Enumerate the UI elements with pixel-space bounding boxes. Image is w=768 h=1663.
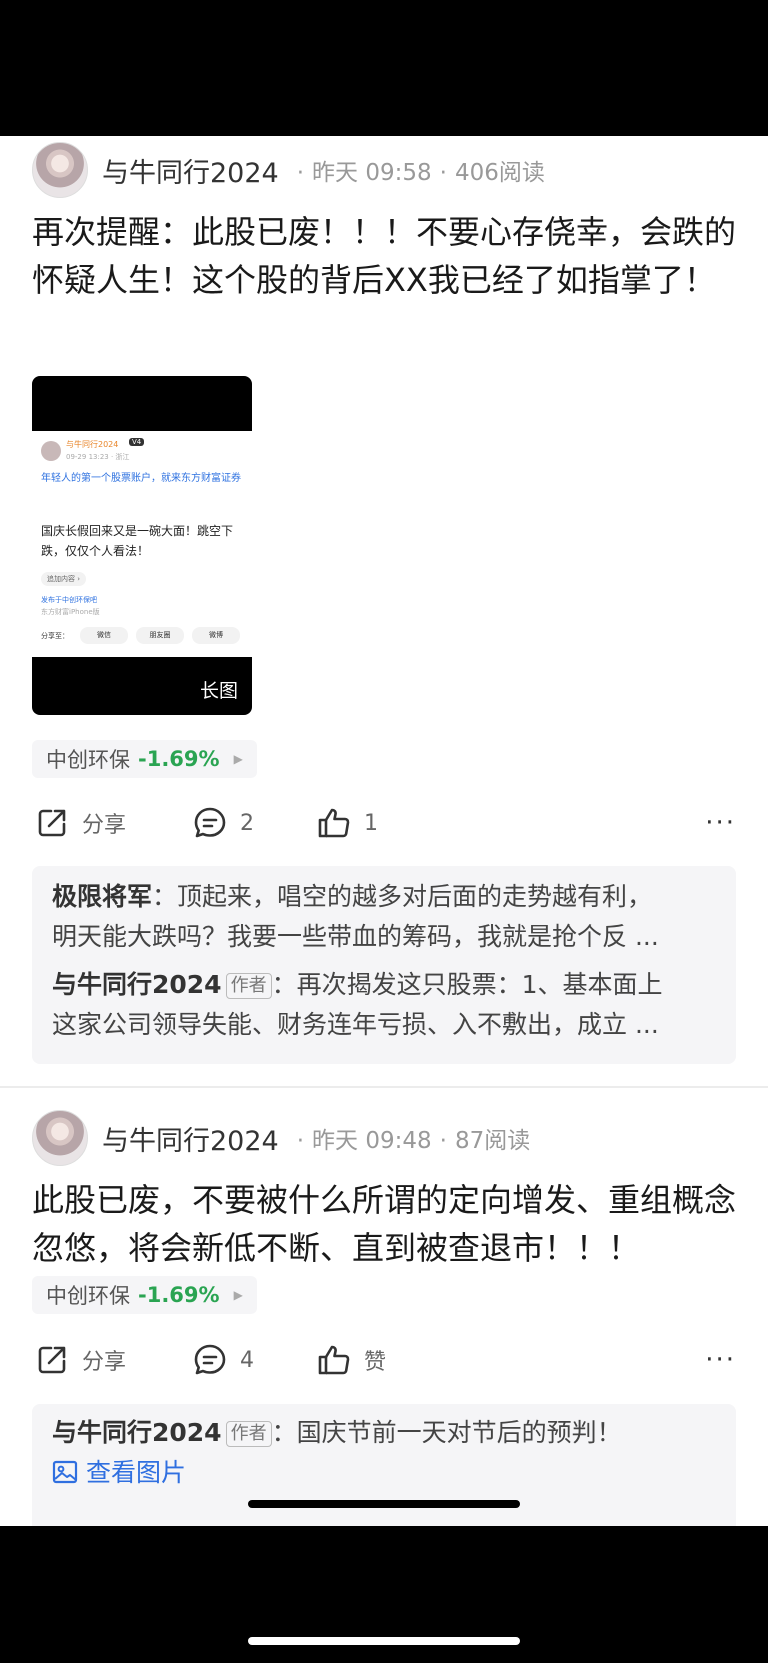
action-bar: 分享 4 赞 ··· [32, 1338, 736, 1382]
post-text[interactable]: 再次提醒：此股已废！！！不要心存侥幸，会跌的怀疑人生！这个股的背后XX我已经了如… [32, 208, 736, 304]
share-icon [38, 1346, 66, 1374]
comment-icon [194, 807, 226, 838]
comment-line: 极限将军：顶起来，唱空的越多对后面的走势越有利， [52, 882, 653, 911]
chevron-right-icon: ▶ [233, 1288, 243, 1302]
comment-line: 明天能大跌吗？我要一些带血的筹码，我就是抢个反 ... [52, 922, 659, 951]
inner-chip-weibo: 微博 [192, 627, 240, 644]
inner-username: 与牛同行2024 [66, 440, 119, 449]
like-button[interactable]: 赞 [316, 1338, 386, 1382]
view-image-link[interactable]: 查看图片 [52, 1454, 692, 1492]
screenshot-content: 与牛同行2024 V4 09-29 13:23 · 浙江 年轻人的第一个股票账户… [32, 431, 252, 657]
share-label: 分享 [82, 1350, 127, 1375]
comment-button[interactable]: 4 [192, 1338, 254, 1382]
comment-count: 4 [240, 1347, 254, 1373]
inner-chip-moments: 朋友圈 [136, 627, 184, 644]
comment-count: 2 [240, 810, 254, 836]
share-label: 分享 [82, 813, 127, 838]
stock-tag[interactable]: 中创环保 -1.69% ▶ [32, 740, 257, 778]
comment-line: 与牛同行2024 作者 ：再次揭发这只股票：1、基本面上 [52, 970, 663, 999]
inner-ad-text: 年轻人的第一个股票账户，就来东方财富证券 [41, 473, 241, 484]
commenter-name: 极限将军 [52, 882, 153, 911]
view-image-label: 查看图片 [85, 1458, 186, 1487]
read-count: 406阅读 [454, 160, 545, 186]
home-indicator [248, 1500, 520, 1508]
post-text[interactable]: 此股已废，不要被什么所谓的定向增发、重组概念忽悠，将会新低不断、直到被查退市！！… [32, 1176, 736, 1272]
username[interactable]: 与牛同行2024 [102, 151, 279, 190]
commenter-name: 与牛同行2024 [52, 970, 222, 999]
like-button[interactable]: 1 [316, 801, 378, 845]
post-meta: · 昨天 09:58 · 406阅读 [296, 160, 545, 186]
thumbs-up-icon [318, 808, 350, 838]
post-header: 与牛同行2024 · 昨天 09:48 · 87阅读 [32, 1110, 530, 1166]
comment-text: 国庆节前一天对节后的预判！ [296, 1418, 622, 1447]
commenter-name: 与牛同行2024 [52, 1418, 222, 1447]
feed: 与牛同行2024 · 昨天 09:58 · 406阅读 再次提醒：此股已废！！！不要心… [0, 136, 768, 1526]
stock-name: 中创环保 [46, 1284, 130, 1308]
more-options-icon[interactable]: ··· [705, 801, 736, 845]
post-item[interactable]: 与牛同行2024 · 昨天 09:48 · 87阅读 此股已废，不要被什么所谓的定向增… [0, 1088, 768, 1526]
author-badge: 作者 [225, 973, 272, 999]
inner-client: 东方财富iPhone版 [41, 608, 100, 616]
comment-preview[interactable]: 极限将军：顶起来，唱空的越多对后面的走势越有利， 明天能大跌吗？我要一些带血的筹… [32, 866, 736, 1064]
comment-text: 顶起来，唱空的越多对后面的走势越有利， [177, 882, 653, 911]
image-icon [52, 1460, 78, 1484]
inner-avatar [41, 441, 61, 461]
inner-post-text: 国庆长假回来又是一碗大面！跳空下跌，仅仅个人看法！ [41, 524, 234, 558]
author-badge: 作者 [225, 1421, 272, 1447]
comment-icon [194, 1344, 226, 1375]
share-button[interactable]: 分享 [34, 801, 126, 845]
post-header: 与牛同行2024 · 昨天 09:58 · 406阅读 [32, 142, 545, 198]
comment-button[interactable]: 2 [192, 801, 254, 845]
comment-line: 与牛同行2024 作者 ：国庆节前一天对节后的预判！ [52, 1418, 622, 1447]
like-count: 1 [364, 810, 378, 836]
avatar[interactable] [32, 1110, 88, 1166]
stock-change: -1.69% [138, 1283, 220, 1307]
comment-line: 这家公司领导失能、财务连年亏损、入不敷出，成立 ... [52, 1010, 659, 1039]
share-button[interactable]: 分享 [34, 1338, 126, 1382]
stock-tag[interactable]: 中创环保 -1.69% ▶ [32, 1276, 257, 1314]
stock-change: -1.69% [138, 747, 220, 771]
more-options-icon[interactable]: ··· [705, 1338, 736, 1382]
comment-text: 再次揭发这只股票：1、基本面上 [296, 970, 663, 999]
inner-share-label: 分享至： [41, 632, 69, 640]
top-black-bar [0, 0, 768, 136]
username[interactable]: 与牛同行2024 [102, 1119, 279, 1158]
post-meta: · 昨天 09:48 · 87阅读 [296, 1128, 531, 1154]
read-count: 87阅读 [454, 1128, 531, 1154]
inner-from: 发布于中创环保吧 [41, 596, 97, 604]
inner-add-content: 追加内容 › [41, 572, 87, 586]
long-image-label: 长图 [199, 680, 238, 702]
post-time: 昨天 09:58 [312, 160, 432, 186]
inner-level-badge: V4 [129, 438, 145, 446]
chevron-right-icon: ▶ [233, 752, 243, 766]
share-icon [38, 809, 66, 837]
avatar[interactable] [32, 142, 88, 198]
stock-name: 中创环保 [46, 748, 130, 772]
inner-chip-wechat: 微信 [80, 627, 128, 644]
home-indicator [248, 1637, 520, 1645]
action-bar: 分享 2 1 ··· [32, 801, 736, 845]
thumbs-up-icon [318, 1345, 350, 1375]
inner-forum: 中创环保吧 [62, 596, 97, 604]
long-image-thumbnail[interactable]: 与牛同行2024 V4 09-29 13:23 · 浙江 年轻人的第一个股票账户… [32, 376, 252, 715]
like-label: 赞 [364, 1350, 387, 1375]
post-item[interactable]: 与牛同行2024 · 昨天 09:58 · 406阅读 再次提醒：此股已废！！！不要心… [0, 136, 768, 1086]
post-time: 昨天 09:48 [312, 1128, 432, 1154]
inner-time: 09-29 13:23 · 浙江 [66, 453, 130, 461]
